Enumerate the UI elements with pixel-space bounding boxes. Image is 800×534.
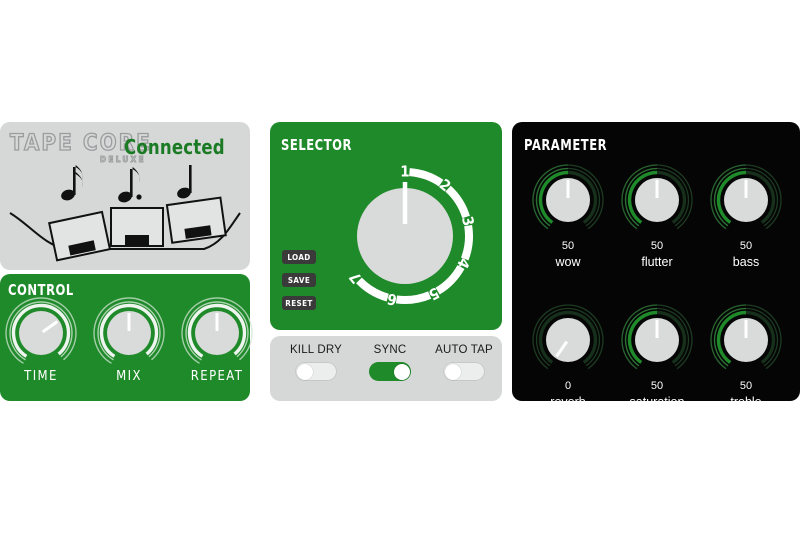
load-button[interactable]: LOAD (282, 250, 316, 264)
toggle-knob-sync (393, 363, 410, 380)
plugin-window: TAPE CORE DELUXE Connected CONTROL TIME … (0, 0, 800, 534)
toggle-label-kill-dry: KILL DRY (289, 344, 343, 356)
toggle-label-sync: SYNC (373, 344, 407, 356)
parameter-name-wow: wow (555, 255, 581, 269)
toggle-label-auto-tap: AUTO TAP (435, 344, 493, 356)
parameter-value-treble: 50 (739, 380, 753, 392)
toggle-group-sync: SYNC (355, 344, 425, 381)
parameter-value-wow: 50 (561, 240, 575, 252)
toggle-knob-kill-dry (296, 363, 313, 380)
selector-position-6[interactable]: 6 (386, 289, 399, 309)
selector-position-3[interactable]: 3 (458, 214, 478, 227)
parameter-panel-title: PARAMETER (524, 136, 608, 154)
parameter-name-bass: bass (732, 255, 760, 269)
toggle-switch-auto-tap[interactable] (443, 362, 485, 381)
parameter-name-reverb: reverb (550, 395, 586, 409)
toggle-switch-sync[interactable] (369, 362, 411, 381)
preset-selector-dial[interactable]: 1234567 (336, 148, 486, 318)
toggle-knob-auto-tap (444, 363, 461, 380)
control-knob-label-time: TIME (24, 369, 58, 384)
toggle-group-auto-tap: AUTO TAP (429, 344, 499, 381)
save-button[interactable]: SAVE (282, 273, 316, 287)
parameter-name-treble: treble (730, 395, 762, 409)
parameter-name-flutter: flutter (641, 255, 673, 269)
reset-button[interactable]: RESET (282, 296, 316, 310)
parameter-value-bass: 50 (739, 240, 753, 252)
selector-position-1[interactable]: 1 (400, 163, 409, 181)
control-knob-label-repeat: REPEAT (190, 369, 244, 384)
toggle-switch-kill-dry[interactable] (295, 362, 337, 381)
parameter-value-saturation: 50 (650, 380, 664, 392)
connection-status: Connected (124, 135, 225, 159)
tape-delay-illustration-icon (9, 165, 241, 262)
parameter-value-reverb: 0 (564, 380, 572, 392)
toggle-group-kill-dry: KILL DRY (281, 344, 351, 381)
parameter-value-flutter: 50 (650, 240, 664, 252)
control-knob-label-mix: MIX (116, 369, 142, 384)
parameter-name-saturation: saturation (629, 395, 685, 409)
